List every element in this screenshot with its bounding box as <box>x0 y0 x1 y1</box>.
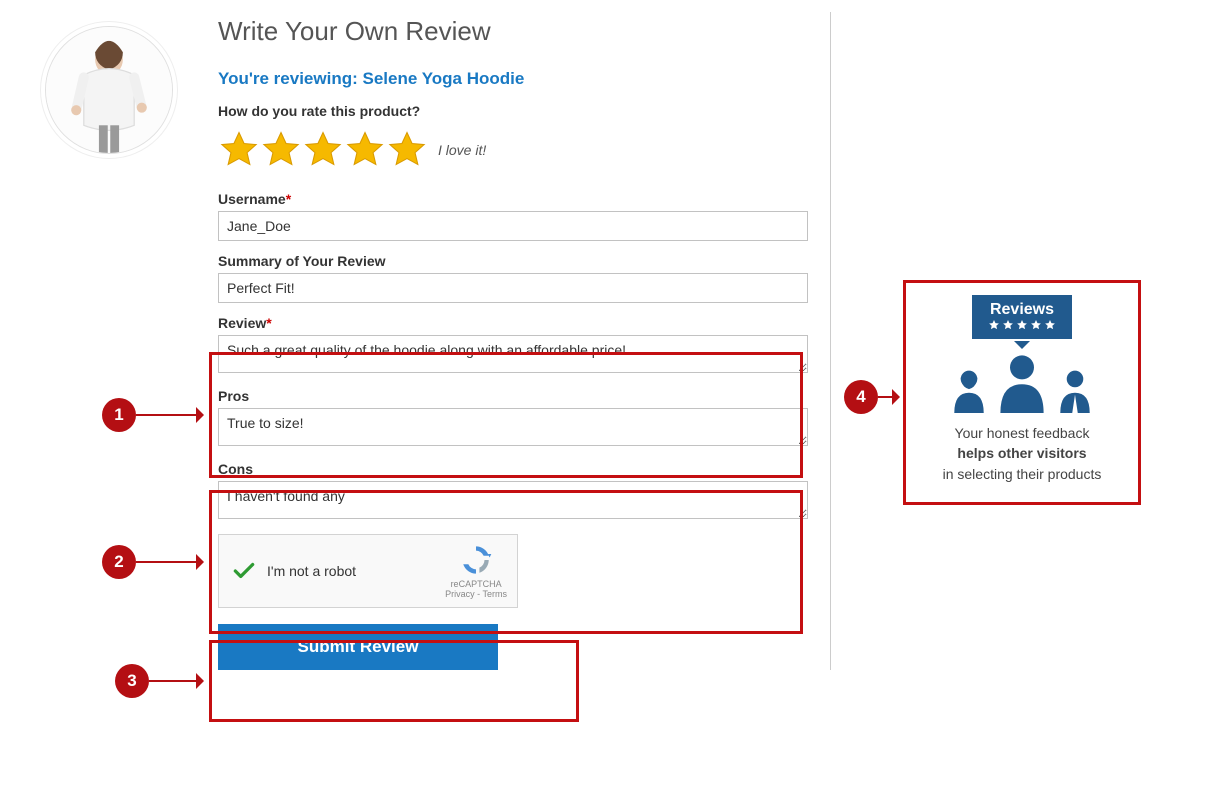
submit-review-button[interactable]: Submit Review <box>218 624 498 670</box>
review-input[interactable]: Such a great quality of the hoodie along… <box>218 335 808 373</box>
person-illustration <box>46 27 172 153</box>
promo-line1: Your honest feedback <box>955 425 1090 441</box>
check-icon <box>231 558 257 584</box>
field-summary: Summary of Your Review <box>218 253 808 303</box>
review-form: Write Your Own Review You're reviewing: … <box>218 12 808 670</box>
rate-question: How do you rate this product? <box>218 103 808 119</box>
star-4[interactable] <box>344 129 386 171</box>
username-label: Username* <box>218 191 808 207</box>
product-image <box>45 26 173 154</box>
star-1[interactable] <box>218 129 260 171</box>
field-pros: Pros True to size! <box>218 388 808 449</box>
people-icon-row <box>916 353 1128 413</box>
recaptcha-icon <box>459 543 493 577</box>
field-username: Username* <box>218 191 808 241</box>
reviewing-line: You're reviewing: Selene Yoga Hoodie <box>218 69 808 89</box>
cons-label: Cons <box>218 461 808 477</box>
reviews-bubble: Reviews <box>972 295 1072 339</box>
summary-label: Summary of Your Review <box>218 253 808 269</box>
mini-stars <box>988 319 1056 331</box>
pros-label: Pros <box>218 388 808 404</box>
person-icon <box>995 353 1049 413</box>
field-review: Review* Such a great quality of the hood… <box>218 315 808 376</box>
reviews-bubble-title: Reviews <box>988 301 1056 319</box>
promo-line2: helps other visitors <box>957 445 1086 461</box>
star-rating[interactable]: I love it! <box>218 129 808 171</box>
recaptcha-branding: reCAPTCHA Privacy - Terms <box>445 543 507 599</box>
rating-text: I love it! <box>438 142 486 158</box>
recaptcha-terms-link[interactable]: Terms <box>483 589 508 599</box>
page-title: Write Your Own Review <box>218 16 808 47</box>
person-icon <box>1055 367 1095 413</box>
star-2[interactable] <box>260 129 302 171</box>
promo-text: Your honest feedback helps other visitor… <box>916 423 1128 484</box>
person-icon <box>949 367 989 413</box>
review-label: Review* <box>218 315 808 331</box>
recaptcha-label: I'm not a robot <box>267 563 356 579</box>
star-5[interactable] <box>386 129 428 171</box>
cons-input[interactable]: I haven't found any <box>218 481 808 519</box>
star-3[interactable] <box>302 129 344 171</box>
field-cons: Cons I haven't found any <box>218 461 808 522</box>
reviewing-prefix: You're reviewing: <box>218 69 362 88</box>
summary-input[interactable] <box>218 273 808 303</box>
promo-line3: in selecting their products <box>943 466 1102 482</box>
pros-input[interactable]: True to size! <box>218 408 808 446</box>
recaptcha-privacy-link[interactable]: Privacy <box>445 589 475 599</box>
promo-card: Reviews Your honest feedback <box>903 280 1141 505</box>
product-name: Selene Yoga Hoodie <box>362 69 524 88</box>
recaptcha-brand: reCAPTCHA <box>445 579 507 589</box>
recaptcha[interactable]: I'm not a robot reCAPTCHA Privacy - Term… <box>218 534 518 608</box>
username-input[interactable] <box>218 211 808 241</box>
